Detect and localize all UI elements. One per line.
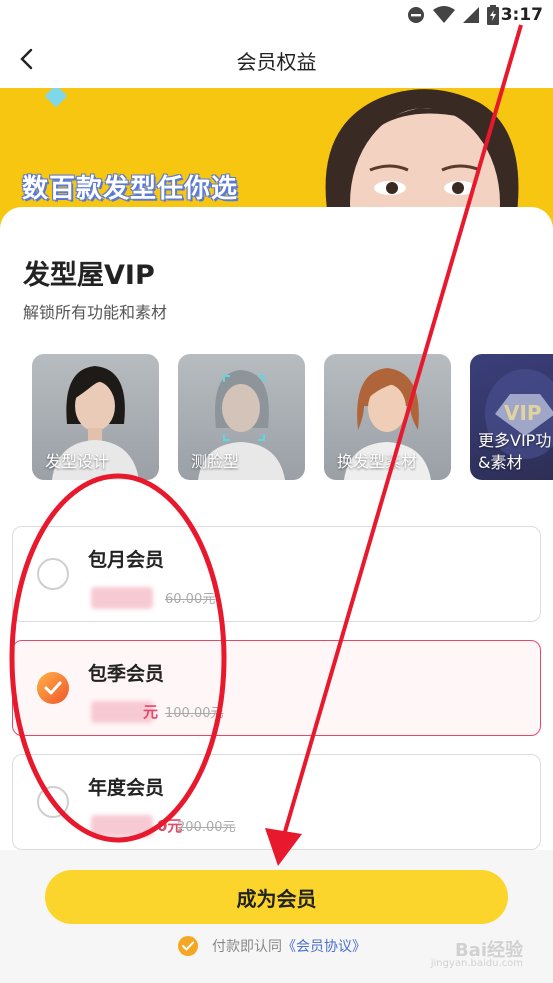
plan-name: 包月会员 (88, 549, 165, 571)
feature-face-shape[interactable]: 测脸型 (178, 354, 305, 480)
dnd-icon (408, 7, 424, 23)
plan-original-price: 60.00元 (165, 592, 216, 607)
signal-icon (463, 7, 479, 23)
become-member-button[interactable]: 成为会员 (45, 870, 508, 924)
checkmark-icon (44, 681, 62, 695)
page-title: 会员权益 (236, 50, 317, 74)
status-bar: 3:17 (0, 0, 553, 30)
plan-price-redacted (91, 587, 153, 609)
battery-icon (487, 5, 499, 25)
feature-label: 测脸型 (191, 452, 240, 471)
plan-price-suffix: 元 (143, 703, 159, 721)
wifi-icon (433, 6, 455, 23)
gem-decoration (44, 88, 68, 108)
radio-unchecked[interactable] (37, 786, 69, 818)
feature-label: 发型设计 (45, 452, 110, 471)
plan-quarterly[interactable]: 包季会员 元 100.00元 (12, 640, 541, 736)
radio-checked[interactable] (37, 672, 69, 704)
radio-unchecked[interactable] (37, 558, 69, 590)
feature-carousel[interactable]: 发型设计 测脸型 换发型素材 VIP 更多VIP功 &素材 (32, 354, 553, 482)
plan-name: 包季会员 (88, 663, 165, 685)
plan-price-redacted (91, 815, 153, 837)
agreement-row: 付款即认同 《会员协议》 (178, 936, 366, 956)
banner-headline: 数百款发型任你选 (22, 174, 239, 204)
agreement-text: 付款即认同 (212, 939, 282, 955)
checkmark-icon (182, 941, 194, 951)
agreement-link[interactable]: 《会员协议》 (282, 936, 366, 956)
feature-hair-design[interactable]: 发型设计 (32, 354, 159, 480)
plan-yearly[interactable]: 年度会员 0元 200.00元 (12, 754, 541, 850)
svg-text:VIP: VIP (504, 401, 542, 425)
plan-original-price: 200.00元 (177, 820, 236, 835)
watermark-url: jingyan.baidu.com (430, 958, 523, 969)
feature-change-hair[interactable]: 换发型素材 (324, 354, 451, 480)
vip-subtitle: 解锁所有功能和素材 (23, 303, 168, 322)
vip-title: 发型屋VIP (23, 260, 155, 291)
plan-original-price: 100.00元 (165, 706, 224, 721)
clock: 3:17 (500, 5, 543, 25)
nav-bar: 会员权益 (0, 30, 553, 88)
feature-label: 换发型素材 (337, 452, 418, 471)
plan-monthly[interactable]: 包月会员 60.00元 (12, 526, 541, 622)
plan-name: 年度会员 (88, 777, 165, 799)
feature-label: 更多VIP功 &素材 (478, 431, 552, 472)
feature-more-vip[interactable]: VIP 更多VIP功 &素材 (470, 354, 553, 480)
agreement-checkbox[interactable] (178, 936, 198, 956)
